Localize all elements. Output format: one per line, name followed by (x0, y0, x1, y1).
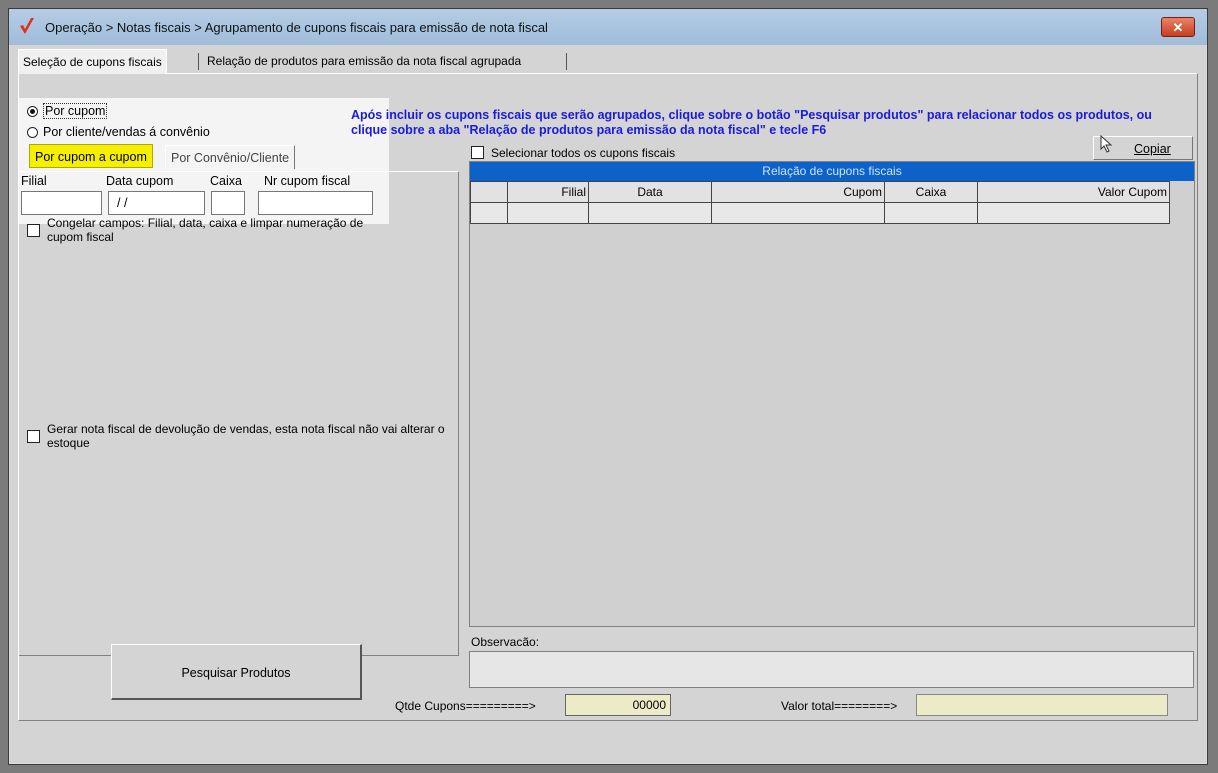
tab-separator (566, 53, 567, 70)
table-cell[interactable] (884, 202, 978, 224)
qtd-cupons-field: 00000 (565, 694, 671, 716)
tab-selecao-cupons[interactable]: Seleção de cupons fiscais (18, 49, 167, 74)
valor-total-field (916, 694, 1168, 716)
freeze-fields-checkbox[interactable]: Congelar campos: Filial, data, caixa e l… (27, 216, 387, 244)
checkbox-icon (27, 430, 40, 443)
radio-por-cliente[interactable]: Por cliente/vendas á convênio (27, 123, 210, 141)
pesquisar-produtos-button[interactable]: Pesquisar Produtos (111, 644, 362, 700)
select-all-checkbox[interactable]: Selecionar todos os cupons fiscais (471, 146, 675, 160)
close-button[interactable]: ✕ (1161, 17, 1195, 37)
table-cell[interactable] (588, 202, 712, 224)
table-row[interactable] (470, 202, 1170, 224)
table-cell[interactable] (507, 202, 589, 224)
qtd-cupons-label: Qtde Cupons=========> (395, 699, 536, 713)
column-header-cupom[interactable]: Cupom (711, 181, 885, 203)
title-bar[interactable]: Operação > Notas fiscais > Agrupamento d… (9, 9, 1207, 45)
observacao-label: Observacão: (471, 635, 540, 649)
subtab-por-convenio[interactable]: Por Convênio/Cliente (165, 145, 296, 169)
column-header-data[interactable]: Data (588, 181, 712, 203)
observacao-field[interactable] (469, 651, 1194, 688)
checkmark-app-icon (20, 18, 34, 34)
tab-relacao-produtos[interactable]: Relação de produtos para emissão da nota… (203, 49, 526, 73)
column-header-indicator (470, 181, 508, 203)
table-cell (470, 202, 508, 224)
table-cell[interactable] (977, 202, 1170, 224)
checkbox-icon (27, 224, 40, 237)
radio-unchecked-icon (27, 127, 38, 138)
column-header-valor[interactable]: Valor Cupom (977, 181, 1170, 203)
column-header-filial[interactable]: Filial (507, 181, 589, 203)
radio-checked-icon (27, 106, 38, 117)
cupons-grid[interactable]: Relação de cupons fiscais Filial Data Cu… (469, 161, 1195, 627)
tab-separator (198, 53, 199, 70)
close-icon: ✕ (1172, 20, 1184, 35)
return-invoice-checkbox[interactable]: Gerar nota fiscal de devolução de vendas… (27, 422, 447, 450)
main-window: Operação > Notas fiscais > Agrupamento d… (8, 8, 1208, 765)
cupons-table: Filial Data Cupom Caixa Valor Cupom (470, 181, 1170, 224)
window-title: Operação > Notas fiscais > Agrupamento d… (45, 20, 548, 35)
client-area: Seleção de cupons fiscais Relação de pro… (10, 45, 1206, 763)
radio-por-cupom[interactable]: Por cupom (27, 102, 108, 120)
subtab-por-cupom[interactable]: Por cupom a cupom (29, 144, 153, 168)
info-message: Após incluir os cupons fiscais que serão… (351, 108, 1152, 137)
checkbox-icon (471, 146, 484, 159)
left-options-panel: Congelar campos: Filial, data, caixa e l… (19, 171, 459, 656)
mouse-pointer-icon (1100, 135, 1113, 153)
tab-page-selecao: Por cupom Por cliente/vendas á convênio … (18, 73, 1198, 721)
grid-caption: Relação de cupons fiscais (470, 162, 1194, 181)
table-header-row: Filial Data Cupom Caixa Valor Cupom (470, 181, 1170, 203)
valor-total-label: Valor total========> (781, 699, 898, 713)
table-cell[interactable] (711, 202, 885, 224)
column-header-caixa[interactable]: Caixa (884, 181, 978, 203)
